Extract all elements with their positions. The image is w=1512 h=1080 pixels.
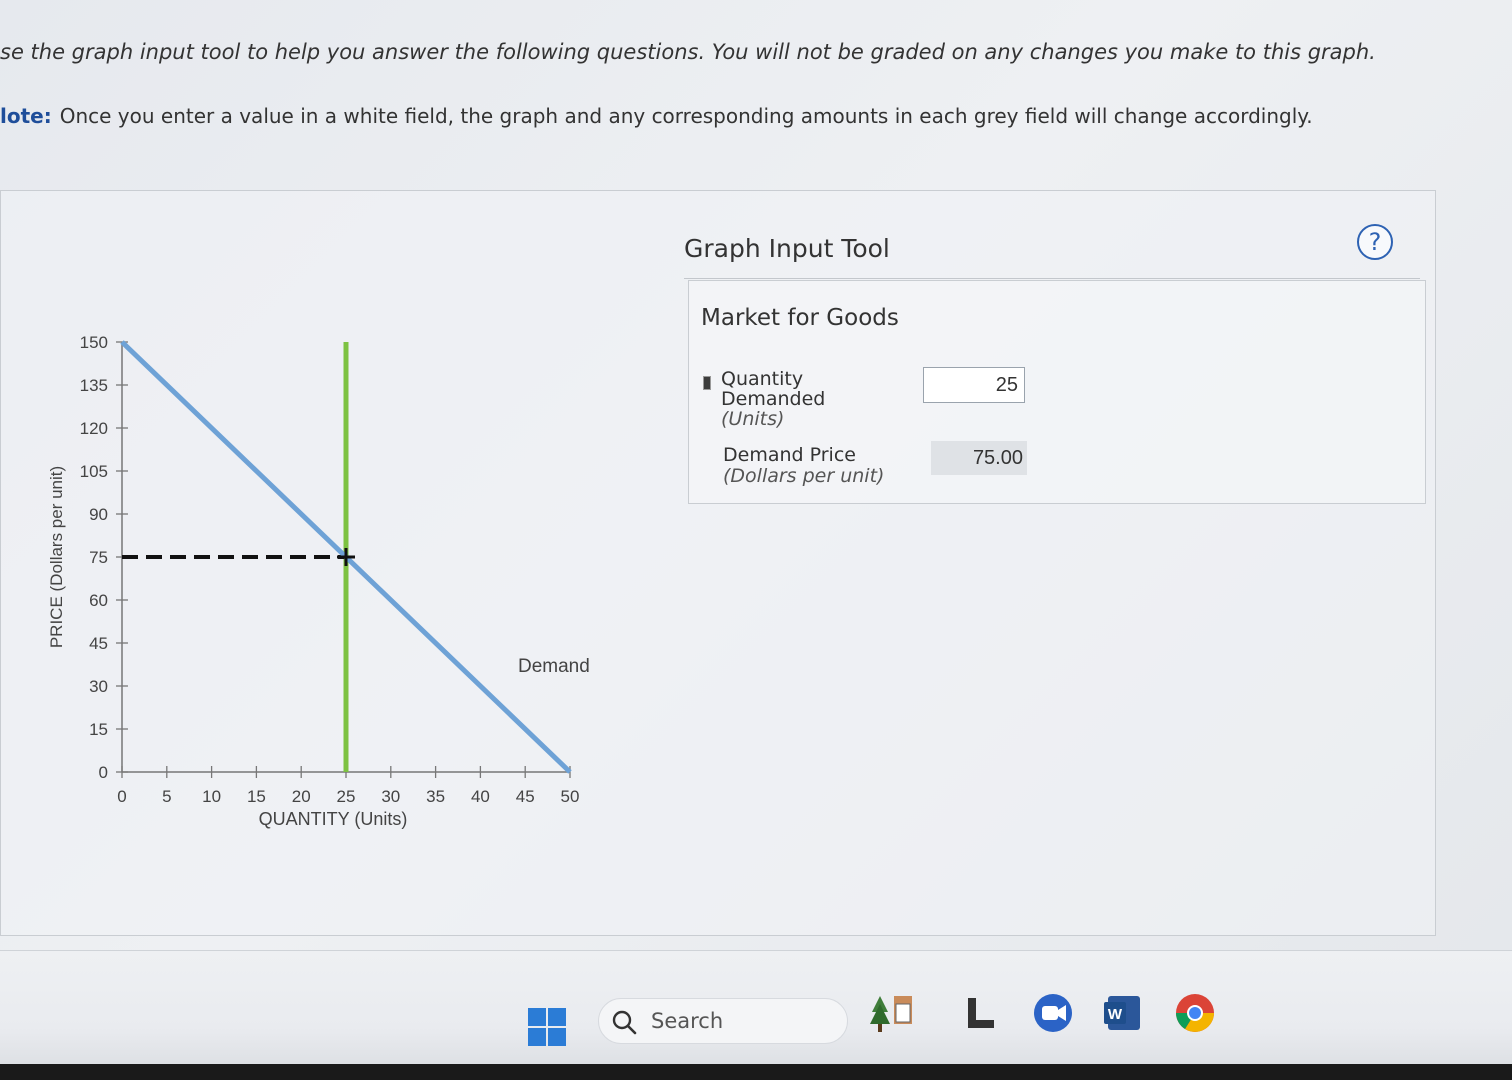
x-tick-label: 30 [381, 787, 400, 806]
instructions-text: se the graph input tool to help you answ… [0, 40, 1376, 64]
x-tick-label: 25 [337, 787, 356, 806]
tree-widget-icon[interactable] [868, 990, 914, 1036]
taskbar: Search W [0, 950, 1512, 1080]
y-tick-label: 150 [80, 333, 108, 352]
svg-text:W: W [1108, 1006, 1123, 1023]
y-tick-label: 75 [89, 548, 108, 567]
x-axis-label: QUANTITY (Units) [259, 809, 408, 829]
x-tick-label: 40 [471, 787, 490, 806]
y-tick-label: 45 [89, 634, 108, 653]
search-icon [612, 1010, 637, 1035]
quantity-marker-icon [703, 376, 711, 390]
note-label: lote: [0, 104, 52, 128]
x-tick-label: 50 [561, 787, 580, 806]
demand-graph[interactable]: 0 15 30 45 60 75 90 105 120 135 150 0 5 10 15 20 25 30 35 4… [30, 320, 610, 850]
x-tick-label: 0 [117, 787, 126, 806]
tool-title: Graph Input Tool [684, 234, 890, 263]
quantity-unit: (Units) [721, 408, 785, 430]
price-unit: (Dollars per unit) [723, 465, 885, 487]
word-icon[interactable]: W [1100, 990, 1146, 1036]
y-tick-label: 15 [89, 720, 108, 739]
market-input-box: Market for Goods Quantity Demanded (Unit… [688, 280, 1426, 504]
ticks-layer: 0 15 30 45 60 75 90 105 120 135 150 0 5 10 15 20 25 30 35 4… [80, 333, 580, 806]
screen-bottom-edge [0, 1064, 1512, 1080]
note-body: Once you enter a value in a white field,… [59, 104, 1313, 128]
y-tick-label: 60 [89, 591, 108, 610]
tool-header-divider [684, 278, 1420, 279]
market-title: Market for Goods [701, 305, 899, 331]
note-text: lote: Once you enter a value in a white f… [0, 104, 1313, 128]
quantity-label: Quantity Demanded (Units) [721, 369, 825, 429]
x-tick-label: 20 [292, 787, 311, 806]
search-placeholder: Search [651, 1009, 724, 1033]
y-tick-label: 90 [89, 505, 108, 524]
x-tick-label: 10 [202, 787, 221, 806]
file-explorer-icon[interactable] [960, 990, 1006, 1036]
quantity-label-line2: Demanded [721, 388, 826, 410]
chrome-icon[interactable] [1172, 990, 1218, 1036]
x-tick-label: 35 [426, 787, 445, 806]
x-tick-label: 15 [247, 787, 266, 806]
x-tick-label: 45 [516, 787, 535, 806]
quantity-input[interactable] [923, 367, 1025, 403]
price-label: Demand Price (Dollars per unit) [723, 445, 884, 487]
y-tick-label: 0 [99, 763, 108, 782]
y-tick-label: 105 [80, 462, 108, 481]
y-axis-label: PRICE (Dollars per unit) [47, 466, 66, 648]
quantity-label-line1: Quantity [721, 368, 804, 390]
series-layer: Demand [120, 340, 590, 774]
x-tick-label: 5 [162, 787, 171, 806]
series-label: Demand [518, 656, 590, 677]
meet-camera-icon[interactable] [1030, 990, 1076, 1036]
windows-start-icon[interactable] [528, 1008, 566, 1046]
y-tick-label: 30 [89, 677, 108, 696]
price-label-line1: Demand Price [723, 444, 856, 466]
demand-price-field: 75.00 [931, 441, 1027, 475]
taskbar-search[interactable]: Search [598, 998, 848, 1044]
y-tick-label: 135 [80, 376, 108, 395]
help-icon[interactable]: ? [1357, 224, 1393, 260]
y-tick-label: 120 [80, 419, 108, 438]
